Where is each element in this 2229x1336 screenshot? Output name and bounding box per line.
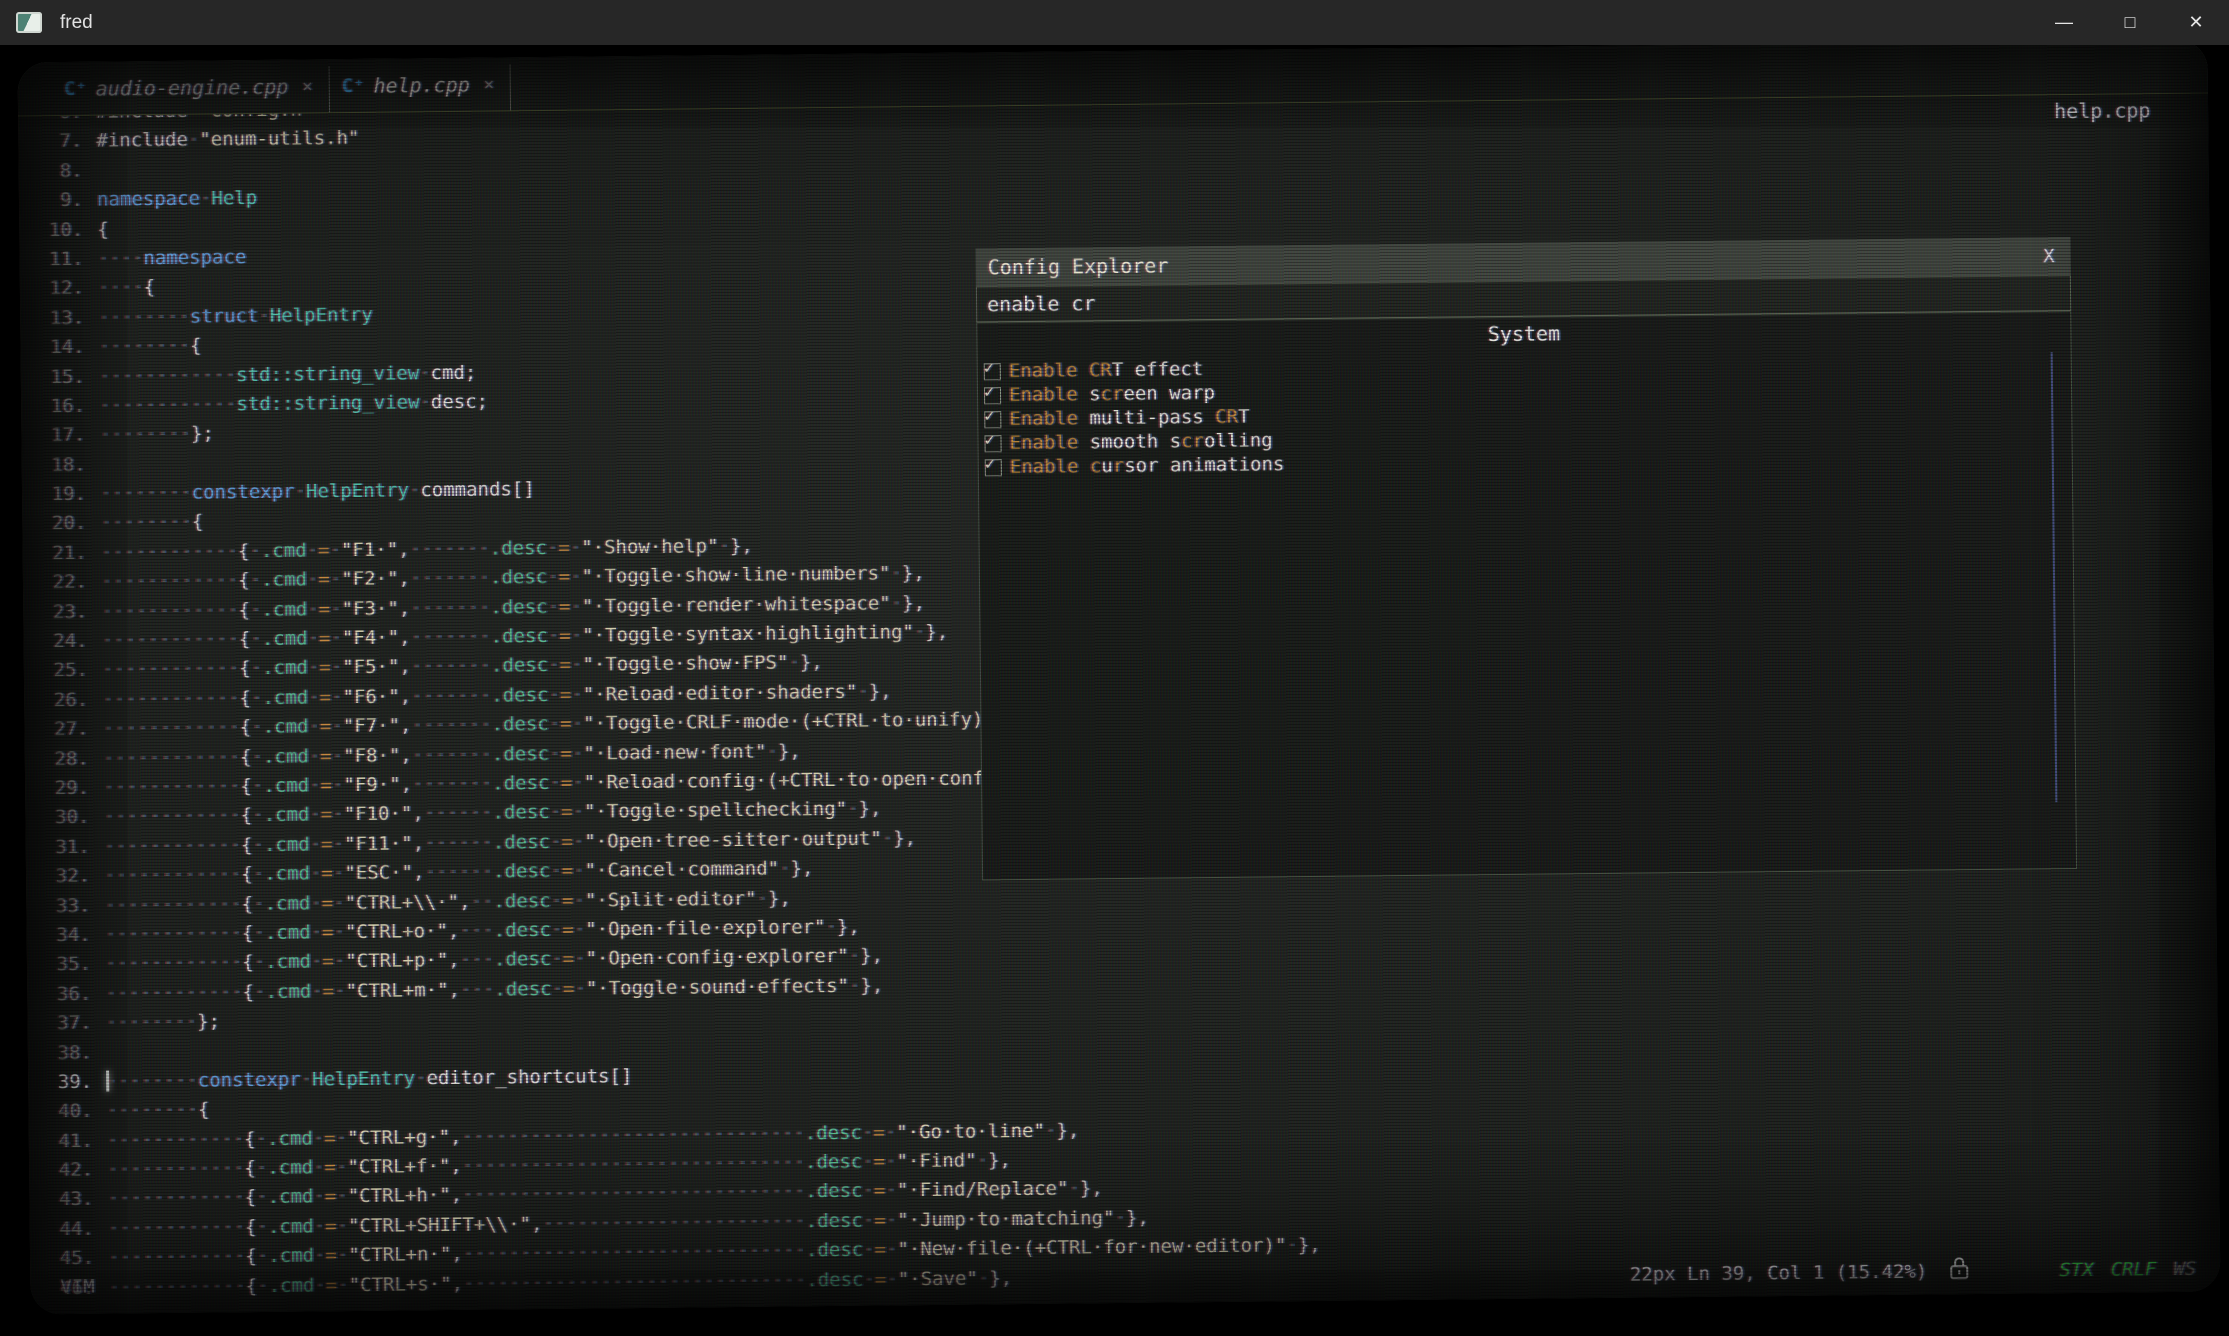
line-number: 34. xyxy=(32,921,90,951)
line-number: 15. xyxy=(27,362,85,392)
line-number: 30. xyxy=(31,803,89,833)
option-label: Enable smooth scrolling xyxy=(1009,429,1272,454)
line-number: 9. xyxy=(25,186,83,216)
line-number: 41. xyxy=(35,1126,93,1156)
line-number: 25. xyxy=(30,656,88,686)
flag-ws: WS xyxy=(2173,1257,2196,1279)
checkbox[interactable]: ✓ xyxy=(984,363,1001,380)
checkbox[interactable]: ✓ xyxy=(985,459,1002,476)
maximize-button[interactable]: □ xyxy=(2097,0,2163,45)
config-options-list: ✓ Enable CRT effect ✓ Enable screen warp ✓ En… xyxy=(978,348,2072,479)
app-icon xyxy=(16,12,42,33)
popup-title: Config Explorer xyxy=(988,253,1169,279)
checkbox[interactable]: ✓ xyxy=(984,387,1001,404)
line-number: 26. xyxy=(30,686,88,716)
file-flags: STX CRLF WS xyxy=(2059,1257,2196,1280)
line-number: 33. xyxy=(32,891,90,921)
line-number: 40. xyxy=(34,1097,92,1127)
checkmark-icon: ✓ xyxy=(985,454,995,474)
line-number: 12. xyxy=(26,274,84,304)
window-title: fred xyxy=(60,12,93,34)
line-number: 17. xyxy=(27,421,85,451)
option-label: Enable multi-pass CRT xyxy=(1009,406,1249,431)
line-number: 11. xyxy=(25,245,83,275)
checkbox[interactable]: ✓ xyxy=(984,411,1001,428)
line-number: 38. xyxy=(34,1038,92,1068)
popup-close-icon[interactable]: X xyxy=(2043,245,2055,267)
window-titlebar: fred — □ ✕ xyxy=(0,0,2229,45)
cursor-position-status: 22px Ln 39, Col 1 (15.42%) xyxy=(1630,1260,1928,1285)
lock-icon xyxy=(1949,1256,1969,1285)
line-number: 18. xyxy=(28,450,86,480)
cpp-file-icon: C⁺ xyxy=(341,75,364,97)
checkmark-icon: ✓ xyxy=(984,382,994,402)
flag-crlf: CRLF xyxy=(2110,1258,2156,1280)
line-number: 29. xyxy=(31,774,89,804)
option-label: Enable CRT effect xyxy=(1009,358,1204,382)
line-number: 19. xyxy=(28,480,86,510)
section-header: System xyxy=(977,316,2070,351)
line-number: 31. xyxy=(32,833,90,863)
line-number: 39. xyxy=(34,1068,92,1098)
checkbox[interactable]: ✓ xyxy=(984,435,1001,452)
option-label: Enable cursor animations xyxy=(1010,453,1285,478)
filename-overlay: help.cpp xyxy=(2054,98,2151,123)
line-number: 21. xyxy=(28,539,86,569)
line-number: 44. xyxy=(36,1215,94,1245)
line-number: 22. xyxy=(29,568,87,598)
checkmark-icon: ✓ xyxy=(984,406,994,426)
window-controls: — □ ✕ xyxy=(2031,0,2229,45)
line-number: 32. xyxy=(32,862,90,892)
config-explorer-popup: Config Explorer X enable cr System ✓Enab… xyxy=(976,237,2078,880)
line-number: 35. xyxy=(33,950,91,980)
tab-help.cpp[interactable]: C⁺ help.cpp ✕ xyxy=(329,64,511,112)
line-number: 23. xyxy=(29,597,87,627)
line-number: 28. xyxy=(31,744,89,774)
line-number: 16. xyxy=(27,392,85,422)
line-number: 24. xyxy=(29,627,87,657)
tab-label: help.cpp xyxy=(373,73,470,98)
line-number: 7. xyxy=(24,127,82,157)
minimize-button[interactable]: — xyxy=(2031,0,2097,45)
line-number: 42. xyxy=(35,1156,93,1186)
flag-stx: STX xyxy=(2059,1258,2094,1280)
tab-audio-engine.cpp[interactable]: C⁺ audio-engine.cpp ✕ xyxy=(52,66,330,115)
line-number: 10. xyxy=(25,215,83,245)
tab-close-icon[interactable]: ✕ xyxy=(302,76,312,96)
tab-close-icon[interactable]: ✕ xyxy=(484,75,494,95)
line-number: 27. xyxy=(30,715,88,745)
tab-label: audio-engine.cpp xyxy=(96,75,289,101)
close-button[interactable]: ✕ xyxy=(2163,0,2229,45)
line-number: 8. xyxy=(24,157,82,187)
checkmark-icon: ✓ xyxy=(984,430,994,450)
crt-screen: 6.#include·"config.h"7.#include·"enum-ut… xyxy=(18,40,2221,1315)
line-number: 37. xyxy=(33,1009,91,1039)
line-number: 13. xyxy=(26,304,84,334)
vim-mode-indicator: VIM xyxy=(60,1276,95,1298)
line-number: 45. xyxy=(36,1244,94,1274)
line-number: 36. xyxy=(33,979,91,1009)
cpp-file-icon: C⁺ xyxy=(64,78,87,100)
line-number: 14. xyxy=(26,333,84,363)
line-number: 43. xyxy=(35,1185,93,1215)
popup-body: System ✓ Enable CRT effect ✓ Enable screen … xyxy=(976,311,2077,880)
option-label: Enable screen warp xyxy=(1009,382,1215,406)
crt-bezel: 6.#include·"config.h"7.#include·"enum-ut… xyxy=(0,45,2229,1336)
line-number: 20. xyxy=(28,509,86,539)
checkmark-icon: ✓ xyxy=(984,358,994,378)
